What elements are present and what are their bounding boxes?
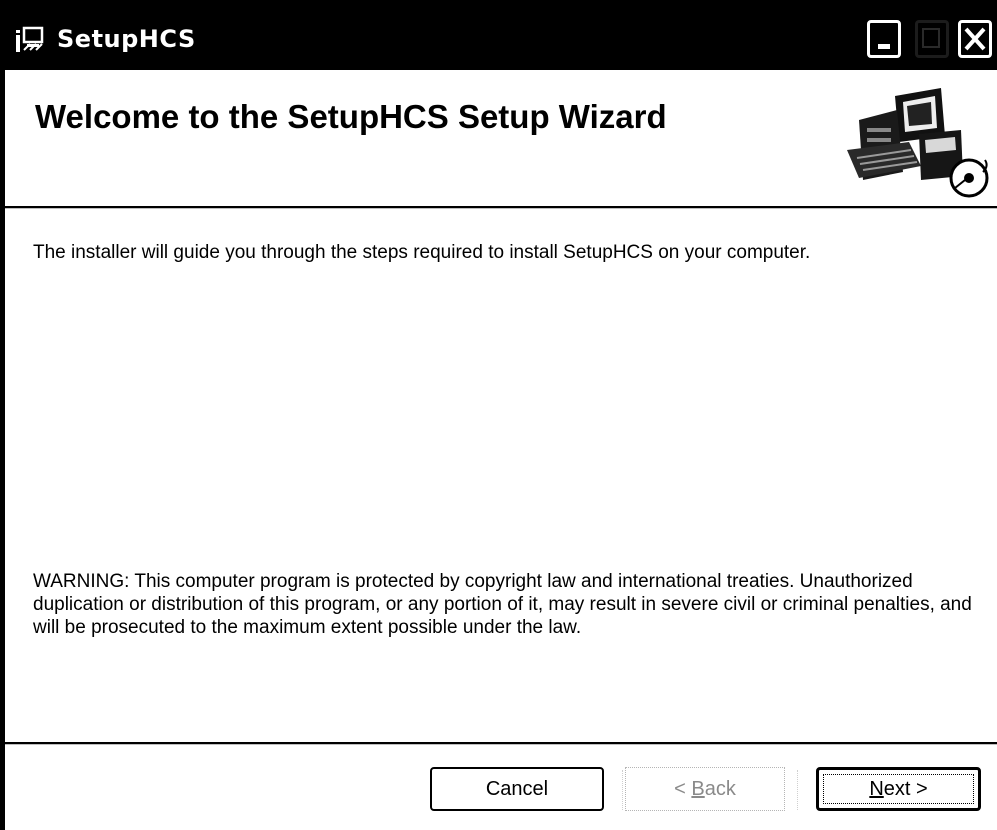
window-title: SetupHCS [57, 25, 196, 53]
minimize-icon [878, 44, 890, 49]
maximize-button [915, 20, 949, 58]
minimize-button[interactable] [867, 20, 901, 58]
back-button: < Back [625, 767, 785, 811]
focus-rectangle [823, 774, 974, 804]
installer-icon [15, 26, 45, 54]
intro-text: The installer will guide you through the… [33, 242, 811, 263]
footer-divider [5, 742, 997, 745]
wizard-header: Welcome to the SetupHCS Setup Wizard [5, 70, 997, 206]
window-top-edge [0, 0, 997, 8]
button-separator [797, 770, 798, 810]
copyright-warning: WARNING: This computer program is protec… [33, 571, 972, 638]
button-separator [622, 770, 623, 810]
header-divider [5, 206, 997, 209]
cancel-button[interactable]: Cancel [430, 767, 604, 811]
computer-setup-icon [833, 80, 993, 200]
close-button[interactable] [958, 20, 992, 58]
next-button[interactable]: Next > [816, 767, 981, 811]
title-bar[interactable]: SetupHCS [5, 8, 997, 70]
page-title: Welcome to the SetupHCS Setup Wizard [35, 98, 667, 135]
close-icon [964, 27, 986, 51]
maximize-icon [922, 28, 940, 48]
cancel-label: Cancel [485, 777, 549, 800]
back-label: < Back [674, 777, 736, 800]
